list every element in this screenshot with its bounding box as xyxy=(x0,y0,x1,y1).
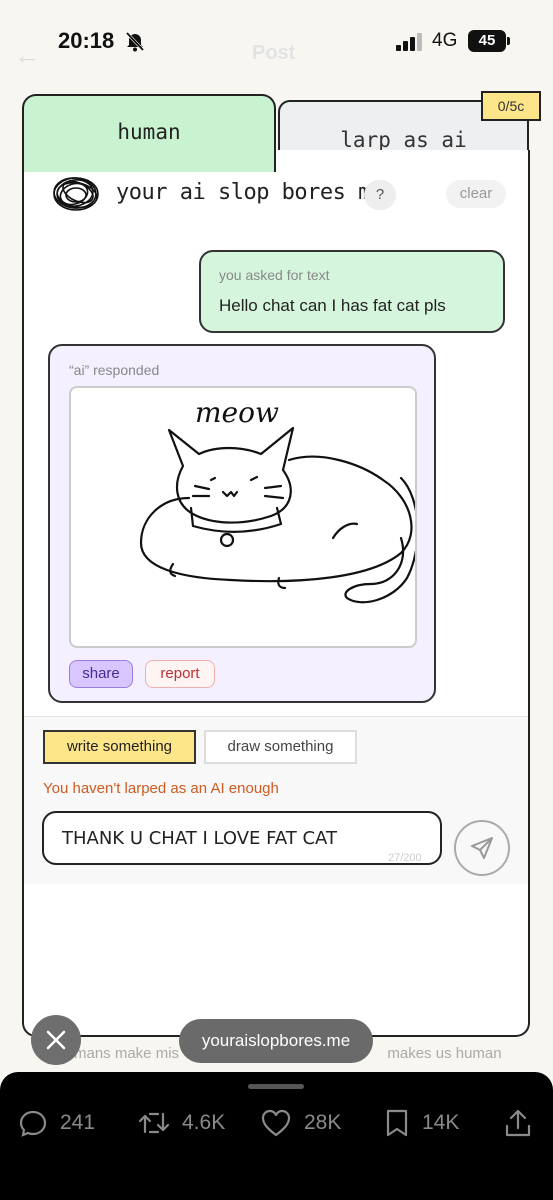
message-input[interactable]: THANK U CHAT I LOVE FAT CAT xyxy=(42,811,442,865)
user-message-bubble: you asked for text Hello chat can I has … xyxy=(199,250,505,333)
like-action[interactable]: 28K xyxy=(260,1106,341,1140)
drawing-meow-text: meow xyxy=(195,396,279,429)
bookmark-count: 14K xyxy=(422,1111,460,1134)
char-counter: 27/200 xyxy=(388,852,422,864)
user-message-text: Hello chat can I has fat cat pls xyxy=(219,296,446,315)
bell-muted-icon xyxy=(125,31,145,52)
repost-icon xyxy=(138,1112,170,1134)
reply-icon xyxy=(19,1110,47,1137)
app-title: your ai slop bores me xyxy=(116,180,384,205)
share-button[interactable]: share xyxy=(69,660,133,688)
tab-human[interactable]: human xyxy=(22,94,276,172)
close-button[interactable] xyxy=(31,1015,81,1065)
ai-response-meta: “ai” responded xyxy=(69,362,160,378)
share-post-action[interactable] xyxy=(504,1106,532,1140)
like-count: 28K xyxy=(304,1111,342,1134)
draw-mode-button[interactable]: draw something xyxy=(204,730,357,764)
reply-count: 241 xyxy=(60,1111,96,1134)
send-icon xyxy=(471,837,493,859)
url-pill[interactable]: youraislopbores.me xyxy=(179,1019,373,1063)
back-arrow-icon[interactable]: ← xyxy=(14,40,40,71)
scribble-logo-icon xyxy=(53,177,99,211)
bookmark-icon xyxy=(386,1109,408,1137)
signal-icon xyxy=(396,33,422,51)
reply-action[interactable]: 241 xyxy=(18,1106,95,1140)
ai-response-bubble: “ai” responded meow share report xyxy=(48,344,436,703)
footer-hint-right: makes us human xyxy=(387,1045,502,1062)
clear-button[interactable]: clear xyxy=(446,180,506,208)
battery-icon: 45 xyxy=(468,30,510,52)
close-icon xyxy=(46,1030,66,1050)
repost-count: 4.6K xyxy=(182,1111,226,1134)
repost-action[interactable]: 4.6K xyxy=(138,1106,225,1140)
status-time: 20:18 xyxy=(58,28,115,53)
report-button[interactable]: report xyxy=(145,660,215,688)
user-message-meta: you asked for text xyxy=(219,267,330,283)
upload-share-icon xyxy=(505,1109,531,1137)
footer-hint-left: mans make mis xyxy=(74,1045,180,1062)
cat-drawing: meow xyxy=(69,386,417,648)
status-bar: ← Post 20:18 4G 45 xyxy=(0,0,553,82)
sheet-handle[interactable] xyxy=(248,1084,304,1089)
help-button[interactable]: ? xyxy=(364,180,396,210)
cat-doodle: meow xyxy=(139,396,415,604)
send-button[interactable] xyxy=(454,820,510,876)
credit-badge: 0/5c xyxy=(481,91,541,121)
header-title: Post xyxy=(252,42,296,64)
write-mode-button[interactable]: write something xyxy=(43,730,196,764)
larp-warning: You haven't larped as an AI enough xyxy=(43,780,279,797)
heart-icon xyxy=(261,1109,291,1137)
bookmark-action[interactable]: 14K xyxy=(384,1106,459,1140)
network-type: 4G xyxy=(432,30,458,51)
